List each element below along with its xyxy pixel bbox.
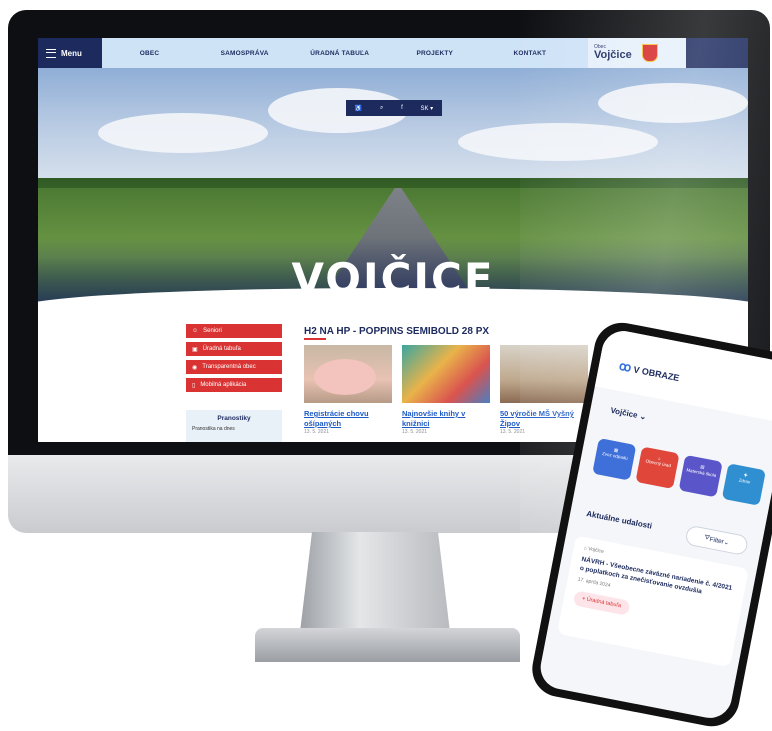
section-underline — [304, 338, 326, 340]
phone-tiles: ▦ Zvoz odpadu ⌂ Obecný úrad ▤ Materská škol… — [592, 438, 766, 506]
tile-materska-skola[interactable]: ▤ Materská škola — [678, 454, 723, 498]
language-select[interactable]: SK ▾ — [420, 105, 433, 112]
nav-item-projekty[interactable]: PROJEKTY — [387, 38, 482, 68]
card-image-school — [500, 345, 588, 403]
nav-item-samosprava[interactable]: SAMOSPRÁVA — [197, 38, 292, 68]
sidebar-item-label: Mobilná aplikácia — [200, 382, 247, 388]
event-source-text: Vojčice — [587, 546, 605, 555]
event-badge-label: Úradná tabuľa — [586, 596, 622, 610]
sidebar-item-label: Úradná tabuľa — [202, 346, 241, 352]
tile-zdrav[interactable]: ✚ Zdrav — [721, 463, 766, 506]
news-card[interactable]: Registrácie chovu ošípaných 13. 5. 2021 — [304, 345, 396, 435]
menu-label: Menu — [61, 48, 82, 58]
card-image-books — [402, 345, 490, 403]
pranostiky-box: Pranostiky Pranostika na dnes — [186, 410, 282, 442]
sidebar-item-label: Seniori — [203, 328, 222, 334]
nav-item-obec[interactable]: OBEC — [102, 38, 197, 68]
accessibility-icon[interactable]: ♿ — [355, 105, 362, 112]
news-card[interactable]: Najnovšie knihy v knižnici 13. 5. 2021 — [402, 345, 494, 435]
chevron-down-icon: ⌄ — [638, 411, 648, 422]
event-card[interactable]: ⌂ Vojčice NÁVRH - Všeobecne záväzné nari… — [556, 535, 749, 668]
logo-big-text: Vojčice — [594, 49, 632, 61]
search-icon[interactable]: ⌕ — [380, 105, 383, 112]
card-date: 13. 5. 2021 — [304, 429, 330, 435]
tile-label: Zdrav — [738, 477, 751, 485]
card-title[interactable]: Najnovšie knihy v knižnici — [402, 409, 494, 429]
chevron-down-icon: ⌄ — [723, 538, 730, 547]
sidebar-item-mobilna-aplikacia[interactable]: ▯ Mobilná aplikácia — [186, 378, 282, 392]
sidebar-item-label: Transparentná obec — [202, 364, 256, 370]
sidebar-item-uradna-tabula[interactable]: ▣ Úradná tabuľa — [186, 342, 282, 356]
coat-of-arms-icon — [641, 44, 658, 62]
news-card[interactable]: 50 výročie MŠ Vyšný Žipov 13. 5. 2021 — [500, 345, 592, 435]
nav-item-kontakt[interactable]: KONTAKT — [482, 38, 577, 68]
sidebar-item-transparentna-obec[interactable]: ◉ Transparentná obec — [186, 360, 282, 374]
monitor-base — [255, 628, 520, 662]
cloud — [598, 83, 748, 123]
phone-icon: ▯ — [192, 382, 196, 389]
cloud — [458, 123, 658, 161]
monitor-stand — [300, 532, 450, 632]
nav-item-uradna-tabula[interactable]: ÚRADNÁ TABUĽA — [292, 38, 387, 68]
event-badge[interactable]: ⌖ Úradná tabuľa — [572, 590, 631, 616]
sidebar-item-seniori[interactable]: ☺ Seniori — [186, 324, 282, 338]
facebook-icon[interactable]: f — [401, 105, 403, 111]
events-title: Aktuálne udalosti — [585, 509, 653, 531]
tile-zvoz-odpadu[interactable]: ▦ Zvoz odpadu — [592, 438, 637, 481]
pranostiky-text: Pranostika na dnes — [192, 426, 235, 432]
menu-button[interactable]: Menu — [38, 38, 100, 68]
hero-banner: VOJČICE ♿ ⌕ f SK ▾ — [38, 68, 748, 304]
filter-label: Filter — [708, 535, 725, 546]
pranostiky-title: Pranostiky — [217, 415, 251, 422]
village-label: Vojčice — [609, 405, 639, 420]
card-title[interactable]: Registrácie chovu ošípaných — [304, 409, 396, 429]
filter-button[interactable]: ⛛ Filter ⌄ — [684, 524, 750, 557]
board-icon: ▣ — [192, 346, 198, 353]
hero-curve — [38, 288, 748, 328]
pig-shape — [314, 359, 376, 395]
hamburger-icon — [46, 48, 56, 58]
village-select[interactable]: Vojčice ⌄ — [610, 406, 647, 422]
sidebar: ☺ Seniori ▣ Úradná tabuľa ◉ Transparentn… — [186, 324, 282, 392]
card-date: 13. 5. 2021 — [402, 429, 428, 435]
tile-obecny-urad[interactable]: ⌂ Obecný úrad — [635, 446, 680, 490]
brand-logo-icon: ꝏ — [617, 358, 633, 375]
site-logo[interactable]: Obec Vojčice — [588, 38, 686, 68]
seniors-icon: ☺ — [192, 328, 199, 334]
utility-bar: ♿ ⌕ f SK ▾ — [346, 100, 442, 116]
section-title: H2 NA HP - POPPINS SEMIBOLD 28 PX — [304, 326, 490, 337]
card-image-pig — [304, 345, 392, 403]
cloud — [98, 113, 268, 153]
eye-icon: ◉ — [192, 364, 198, 371]
